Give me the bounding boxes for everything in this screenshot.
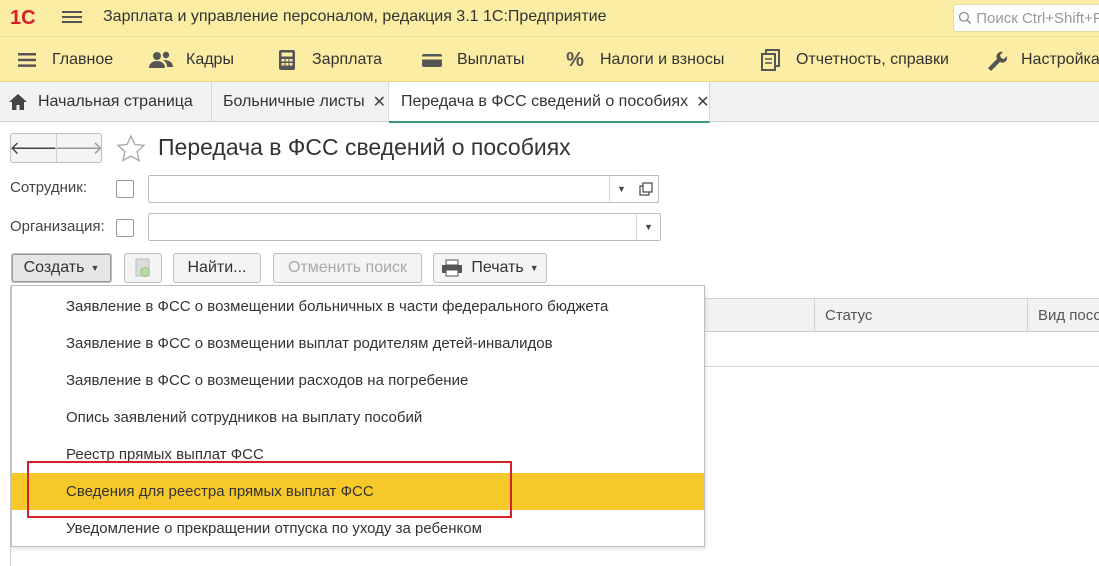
close-icon[interactable]: ✕ xyxy=(373,92,386,112)
calculator-icon xyxy=(274,49,300,71)
wallet-icon xyxy=(419,49,445,71)
section-salary[interactable]: Зарплата xyxy=(274,37,382,83)
main-menu-icon[interactable] xyxy=(62,8,82,28)
tab-label: Больничные листы xyxy=(223,93,365,110)
global-search-input[interactable]: Поиск Ctrl+Shift+F xyxy=(953,4,1099,32)
tab-sick-leaves[interactable]: Больничные листы ✕ xyxy=(212,82,389,122)
close-icon[interactable]: ✕ xyxy=(696,92,709,112)
section-label: Налоги и взносы xyxy=(600,51,725,68)
organization-field[interactable]: ▼ xyxy=(148,213,661,241)
section-label: Зарплата xyxy=(312,51,383,68)
section-main[interactable]: Главное xyxy=(14,37,113,83)
chevron-down-icon: ▼ xyxy=(529,263,539,273)
chevron-down-icon: ▼ xyxy=(90,263,100,273)
cancel-search-button[interactable]: Отменить поиск xyxy=(273,253,422,283)
page-title: Передача в ФСС сведений о пособиях xyxy=(158,134,571,160)
percent-icon: % xyxy=(566,48,584,71)
employee-label: Сотрудник: xyxy=(10,179,88,196)
tab-home[interactable]: Начальная страница xyxy=(0,82,212,122)
section-label: Настройка xyxy=(1021,51,1099,68)
home-icon xyxy=(9,94,27,110)
history-navigation: 🡐 🡒 xyxy=(9,133,103,163)
documents-icon xyxy=(758,49,784,71)
open-form-icon[interactable] xyxy=(633,175,659,203)
section-taxes[interactable]: % Налоги и взносы xyxy=(562,37,724,83)
tab-fss-benefits[interactable]: Передача в ФСС сведений о пособиях ✕ xyxy=(389,82,710,123)
forward-arrow-icon[interactable]: 🡒 xyxy=(55,134,103,162)
menu-lines-icon xyxy=(14,49,40,71)
app-title: Зарплата и управление персоналом, редакц… xyxy=(103,8,607,25)
create-button[interactable]: Создать ▼ xyxy=(11,253,112,283)
section-label: Кадры xyxy=(186,51,234,68)
document-copy-icon xyxy=(135,258,150,277)
column-status[interactable]: Статус xyxy=(814,299,1026,331)
menu-item[interactable]: Заявление в ФСС о возмещении выплат роди… xyxy=(12,325,704,362)
people-icon xyxy=(148,49,174,71)
svg-text:1С: 1С xyxy=(10,7,36,28)
annotation-highlight-box xyxy=(27,461,512,518)
print-label: Печать xyxy=(471,259,524,276)
section-panel: Главное Кадры Зарплата Выплаты % Налоги … xyxy=(0,36,1099,82)
favorite-star-icon[interactable] xyxy=(115,133,147,165)
organization-label: Организация: xyxy=(10,218,105,235)
column-benefit-type[interactable]: Вид посо xyxy=(1027,299,1099,331)
menu-item[interactable]: Опись заявлений сотрудников на выплату п… xyxy=(12,399,704,436)
wrench-icon xyxy=(983,49,1009,71)
employee-field[interactable]: ▼ xyxy=(148,175,659,203)
section-payments[interactable]: Выплаты xyxy=(419,37,525,83)
search-placeholder: Поиск Ctrl+Shift+F xyxy=(976,9,1099,27)
copy-document-button[interactable] xyxy=(124,253,162,283)
section-settings[interactable]: Настройка xyxy=(983,37,1099,83)
section-hr[interactable]: Кадры xyxy=(148,37,234,83)
open-tabs-bar: Начальная страница Больничные листы ✕ Пе… xyxy=(0,82,1099,123)
search-icon xyxy=(958,11,972,25)
printer-icon xyxy=(442,259,463,277)
section-label: Главное xyxy=(52,51,114,68)
1c-logo[interactable]: 1С xyxy=(10,6,48,28)
create-label: Создать xyxy=(23,259,85,276)
title-bar: 1С Зарплата и управление персоналом, ред… xyxy=(0,0,1099,36)
employee-filter-checkbox[interactable] xyxy=(116,180,134,198)
section-reports[interactable]: Отчетность, справки xyxy=(758,37,949,83)
section-label: Отчетность, справки xyxy=(796,51,949,68)
organization-filter-checkbox[interactable] xyxy=(116,219,134,237)
find-button[interactable]: Найти... xyxy=(173,253,261,283)
section-label: Выплаты xyxy=(457,51,525,68)
menu-item[interactable]: Заявление в ФСС о возмещении расходов на… xyxy=(12,362,704,399)
chevron-down-icon[interactable]: ▼ xyxy=(636,214,660,240)
print-button[interactable]: Печать ▼ xyxy=(433,253,547,283)
back-arrow-icon[interactable]: 🡐 xyxy=(9,134,57,162)
menu-item[interactable]: Заявление в ФСС о возмещении больничных … xyxy=(12,288,704,325)
chevron-down-icon[interactable]: ▼ xyxy=(609,176,633,202)
tab-label: Передача в ФСС сведений о пособиях xyxy=(401,92,689,110)
tab-label: Начальная страница xyxy=(38,93,193,110)
